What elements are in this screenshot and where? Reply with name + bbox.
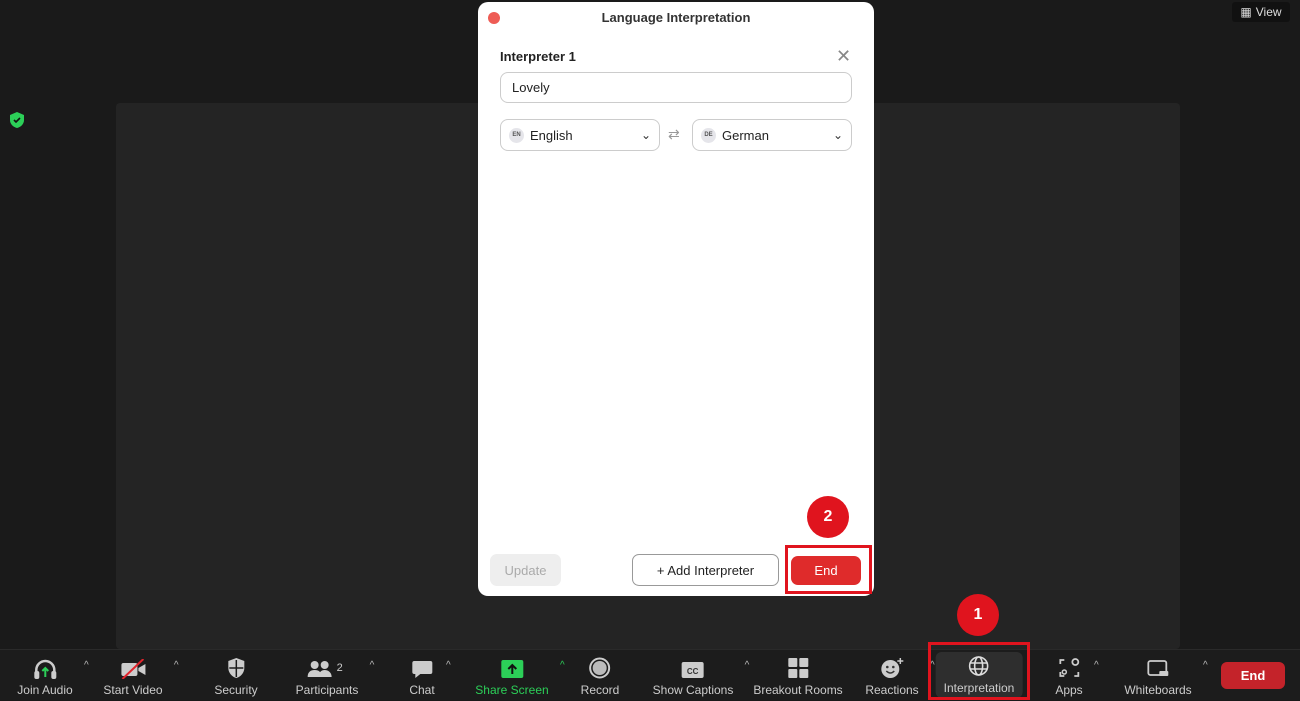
step-1-marker: 1: [957, 594, 999, 636]
end-meeting-button[interactable]: End: [1221, 662, 1285, 689]
video-off-icon: [121, 659, 145, 679]
share-options-caret[interactable]: ^: [560, 660, 565, 671]
record-button[interactable]: Record: [581, 650, 619, 701]
apps-options-caret[interactable]: ^: [1094, 660, 1099, 671]
video-options-caret[interactable]: ^: [174, 660, 179, 671]
interpreter-name-input[interactable]: Lovely: [500, 72, 852, 103]
share-screen-icon: [500, 660, 523, 678]
swap-languages-icon[interactable]: ⇄: [668, 126, 680, 143]
cc-icon: CC: [682, 662, 704, 678]
language-badge: EN: [509, 127, 524, 143]
breakout-icon: [788, 658, 808, 678]
remove-interpreter-icon[interactable]: ✕: [836, 46, 851, 67]
chat-options-caret[interactable]: ^: [446, 660, 451, 671]
chevron-down-icon: ⌄: [640, 128, 651, 142]
show-captions-button[interactable]: CC Show Captions ^: [653, 650, 750, 701]
grid-icon: ▦: [1240, 5, 1252, 19]
chat-button[interactable]: Chat ^: [409, 650, 450, 701]
chat-icon: [411, 661, 432, 678]
view-button[interactable]: ▦ View: [1232, 2, 1290, 22]
participant-count: 2: [337, 662, 343, 674]
join-audio-button[interactable]: Join Audio ^: [17, 650, 89, 701]
reactions-button[interactable]: Reactions ^: [865, 650, 935, 701]
reactions-icon: [881, 658, 903, 678]
participants-button[interactable]: 2 Participants ^: [296, 650, 375, 701]
apps-icon: [1059, 658, 1079, 677]
interpreter-label: Interpreter 1: [500, 49, 576, 64]
whiteboard-options-caret[interactable]: ^: [1203, 660, 1208, 671]
participants-icon: 2: [307, 661, 343, 677]
language-badge: DE: [701, 127, 716, 143]
encryption-shield-icon[interactable]: [10, 112, 24, 128]
meeting-toolbar: Join Audio ^ Start Video ^ Security 2 Parti…: [0, 649, 1300, 700]
from-language-select[interactable]: EN English ⌄: [500, 119, 660, 151]
chevron-down-icon: ⌄: [832, 128, 843, 142]
dialog-title: Language Interpretation: [601, 10, 751, 25]
shield-icon: [227, 658, 244, 678]
audio-options-caret[interactable]: ^: [84, 660, 89, 671]
step-2-marker: 2: [807, 496, 849, 538]
update-button[interactable]: Update: [490, 554, 561, 586]
start-video-button[interactable]: Start Video ^: [103, 650, 179, 701]
highlight-interpretation-button: [928, 642, 1030, 700]
highlight-end-button: [785, 545, 872, 594]
security-button[interactable]: Security: [214, 650, 258, 701]
share-screen-button[interactable]: Share Screen ^: [475, 650, 565, 701]
record-icon: [589, 657, 611, 679]
to-language-select[interactable]: DE German ⌄: [692, 119, 852, 151]
svg-text:CC: CC: [687, 667, 699, 676]
captions-options-caret[interactable]: ^: [745, 660, 750, 671]
headphones-icon: [33, 659, 56, 679]
whiteboard-icon: [1147, 660, 1168, 676]
apps-button[interactable]: Apps ^: [1055, 650, 1099, 701]
whiteboards-button[interactable]: Whiteboards ^: [1124, 650, 1207, 701]
add-interpreter-button[interactable]: + Add Interpreter: [632, 554, 779, 586]
breakout-rooms-button[interactable]: Breakout Rooms: [753, 650, 843, 701]
participants-options-caret[interactable]: ^: [370, 660, 375, 671]
